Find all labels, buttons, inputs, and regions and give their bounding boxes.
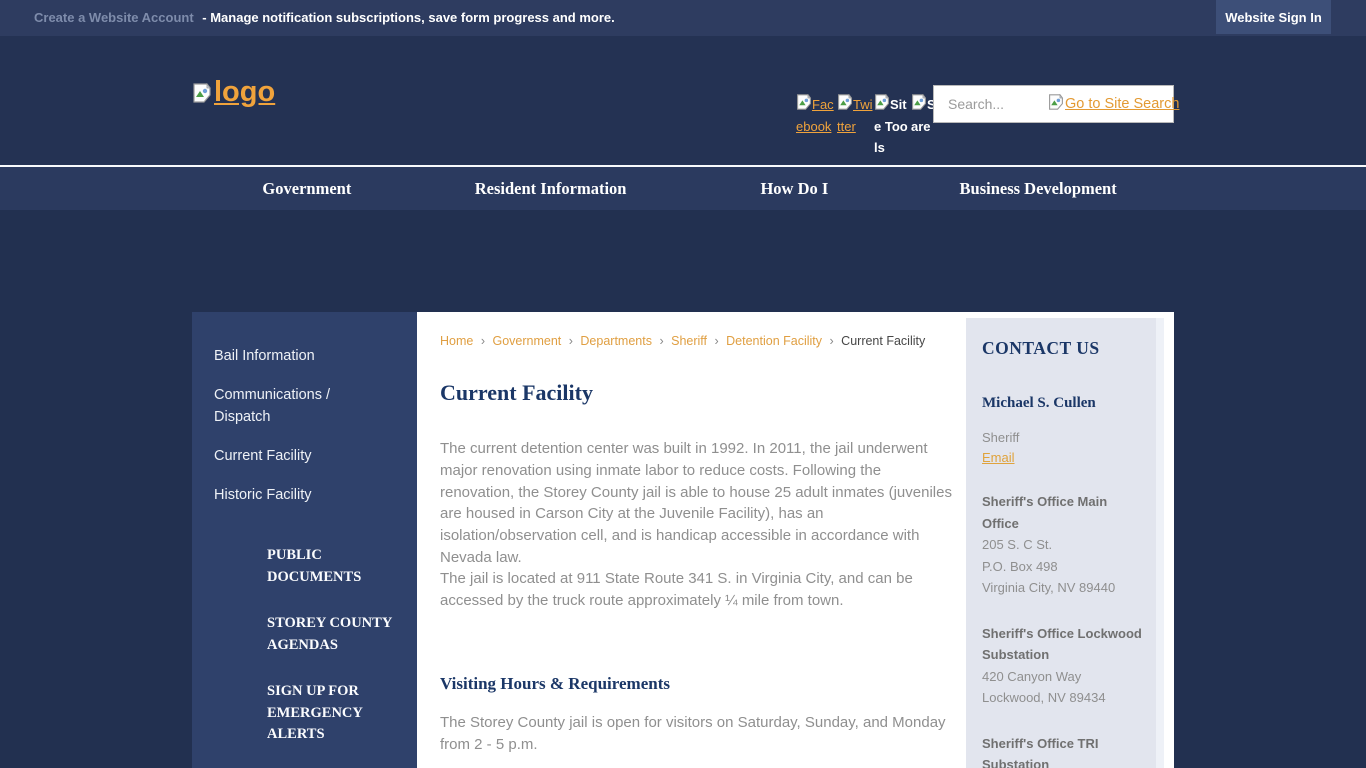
- location-address-line: 420 Canyon Way: [982, 668, 1082, 684]
- sidebar-quick-links: PUBLIC DOCUMENTS STOREY COUNTY AGENDAS S…: [192, 545, 417, 746]
- site-tools-button[interactable]: Site Tools: [874, 93, 910, 158]
- location-name: Sheriff's Office Main Office: [982, 494, 1108, 531]
- breadcrumb-detention-facility[interactable]: Detention Facility: [726, 334, 822, 348]
- contact-email-link[interactable]: Email: [982, 450, 1015, 465]
- breadcrumb-separator: ›: [829, 334, 834, 348]
- nav-item-business-development[interactable]: Business Development: [916, 167, 1160, 210]
- contact-person-name: Michael S. Cullen: [982, 395, 1096, 411]
- sidebar-item-bail-information[interactable]: Bail Information: [214, 345, 379, 367]
- contact-location-main-office: Sheriff's Office Main Office 205 S. C St…: [982, 491, 1146, 599]
- site-logo-link[interactable]: logo: [192, 76, 275, 111]
- main-navigation: Government Resident Information How Do I…: [0, 165, 1366, 210]
- location-address-line: Virginia City, NV 89440: [982, 580, 1116, 595]
- twitter-icon: [837, 93, 853, 116]
- create-account-link[interactable]: Create a Website Account: [34, 10, 194, 25]
- location-address-line: Lockwood, NV 89434: [982, 690, 1106, 705]
- breadcrumb-separator: ›: [714, 334, 719, 348]
- twitter-link[interactable]: Twitter: [837, 93, 873, 158]
- facebook-icon: [796, 93, 812, 116]
- location-address-line: 205 S. C St.: [982, 537, 1053, 552]
- contact-location-tri-substation: Sheriff's Office TRI Substation: [982, 733, 1146, 768]
- contact-person-role: Sheriff: [982, 430, 1020, 445]
- nav-item-government[interactable]: Government: [185, 167, 429, 210]
- breadcrumb-departments[interactable]: Departments: [580, 334, 652, 348]
- facebook-link[interactable]: Facebook: [796, 93, 836, 158]
- go-to-site-search-button[interactable]: Go to Site Search: [1048, 93, 1180, 114]
- nav-item-resident-information[interactable]: Resident Information: [429, 167, 673, 210]
- visiting-hours-paragraph: The Storey County jail is open for visit…: [440, 714, 946, 753]
- site-search-box: Go to Site Search: [933, 85, 1179, 123]
- logo-alt-text: logo: [214, 76, 276, 108]
- nav-item-how-do-i[interactable]: How Do I: [673, 167, 917, 210]
- visiting-hours-heading: Visiting Hours & Requirements: [440, 674, 670, 693]
- social-links: Facebook Twitter Site Tools S are: [796, 93, 948, 158]
- search-go-label: Go to Site Search: [1065, 96, 1180, 112]
- search-input[interactable]: [948, 96, 1036, 112]
- breadcrumb-current-page: Current Facility: [841, 334, 926, 348]
- sidebar-item-historic-facility[interactable]: Historic Facility: [214, 484, 379, 506]
- breadcrumb-home[interactable]: Home: [440, 334, 473, 348]
- top-account-bar: Create a Website Account - Manage notifi…: [0, 0, 1366, 36]
- section-sidebar: Bail Information Communications / Dispat…: [192, 312, 417, 768]
- sidebar-item-emergency-alerts[interactable]: SIGN UP FOR EMERGENCY ALERTS: [267, 681, 399, 746]
- breadcrumb: Home › Government › Departments › Sherif…: [440, 334, 925, 348]
- sidebar-item-public-documents[interactable]: PUBLIC DOCUMENTS: [267, 545, 399, 588]
- sidebar-item-storey-county-agendas[interactable]: STOREY COUNTY AGENDAS: [267, 613, 399, 656]
- facility-description-paragraph: The current detention center was built i…: [440, 440, 952, 566]
- contact-us-panel: CONTACT US Michael S. Cullen Sheriff Ema…: [966, 318, 1164, 768]
- breadcrumb-separator: ›: [659, 334, 664, 348]
- sidebar-section-links: Bail Information Communications / Dispat…: [192, 312, 417, 506]
- website-sign-in-button[interactable]: Website Sign In: [1216, 0, 1331, 34]
- page-title: Current Facility: [440, 380, 593, 405]
- breadcrumb-separator: ›: [568, 334, 573, 348]
- sidebar-item-communications-dispatch[interactable]: Communications / Dispatch: [214, 384, 379, 428]
- broken-image-icon: [192, 78, 212, 111]
- share-icon: [911, 93, 927, 116]
- account-message-text: - Manage notification subscriptions, sav…: [202, 10, 615, 25]
- sidebar-item-current-facility[interactable]: Current Facility: [214, 445, 379, 467]
- facility-location-paragraph: The jail is located at 911 State Route 3…: [440, 570, 913, 609]
- breadcrumb-separator: ›: [480, 334, 485, 348]
- contact-us-heading: CONTACT US: [982, 338, 1100, 358]
- search-go-icon: [1048, 93, 1064, 114]
- site-tools-icon: [874, 93, 890, 116]
- breadcrumb-sheriff[interactable]: Sheriff: [671, 334, 707, 348]
- contact-location-lockwood-substation: Sheriff's Office Lockwood Substation 420…: [982, 623, 1146, 709]
- breadcrumb-government[interactable]: Government: [492, 334, 561, 348]
- site-header: logo Facebook Twitter Site Tools S are S…: [0, 36, 1366, 167]
- location-name: Sheriff's Office Lockwood Substation: [982, 625, 1142, 663]
- account-message: Create a Website Account - Manage notifi…: [34, 0, 615, 36]
- location-name: Sheriff's Office TRI Substation: [982, 735, 1099, 768]
- location-address-line: P.O. Box 498: [982, 558, 1058, 574]
- main-content: Home › Government › Departments › Sherif…: [417, 312, 1174, 768]
